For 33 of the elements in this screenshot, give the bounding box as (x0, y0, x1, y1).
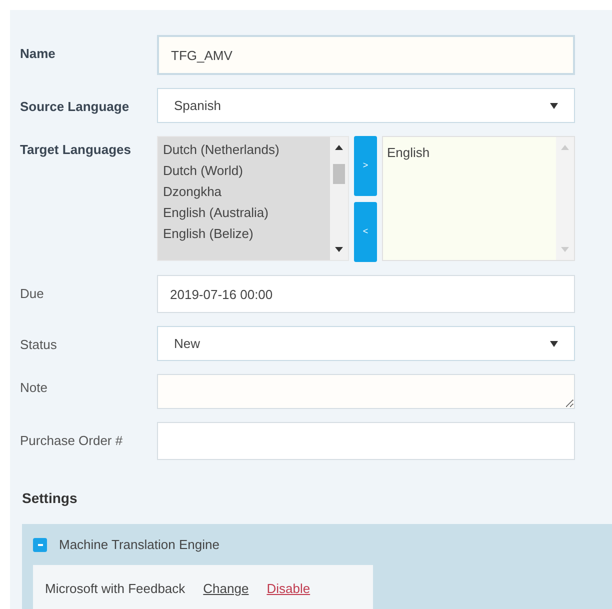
field-label: Source Language (20, 98, 130, 116)
list-option[interactable]: English (Belize) (163, 223, 325, 244)
scroll-thumb[interactable] (333, 164, 345, 184)
list-option[interactable]: English (Australia) (163, 202, 325, 223)
field-label: Purchase Order # (20, 432, 124, 450)
selected-list[interactable]: English (382, 136, 575, 261)
field-label: Target Languages (20, 141, 132, 159)
text-field[interactable]: TFG_AMV (157, 35, 575, 75)
list-option[interactable]: Dutch (Netherlands) (163, 139, 325, 160)
engine-name: Microsoft with Feedback (45, 580, 186, 598)
scrollbar[interactable] (330, 137, 348, 260)
note-field[interactable] (157, 374, 575, 409)
engine-link[interactable]: Disable (266, 578, 310, 609)
available-list[interactable]: Dutch (Netherlands) Dutch (World) Dzongkha English (Australia) English (Belize) (157, 136, 349, 261)
field-label: Status (20, 336, 58, 354)
caret-icon (550, 340, 558, 346)
list-option[interactable]: Dzongkha (163, 181, 325, 202)
dropdown[interactable]: New (157, 326, 575, 361)
text-field[interactable]: 2019-07-16 00:00 (157, 275, 575, 313)
collapse-toggle[interactable] (33, 538, 47, 552)
dropdown[interactable]: Spanish (157, 88, 575, 123)
scroll-down-icon[interactable] (335, 247, 343, 252)
engine-link[interactable]: Change (203, 578, 249, 609)
list-option[interactable]: English (387, 142, 552, 163)
list-option[interactable]: Dutch (World) (163, 160, 325, 181)
caret-icon (550, 102, 558, 108)
section-title: Machine Translation Engine (59, 536, 220, 554)
field-label: Due (20, 285, 45, 303)
field-label: Name (20, 45, 56, 63)
field-label: Note (20, 379, 48, 397)
text-field[interactable] (157, 422, 575, 460)
scroll-up-icon[interactable] (335, 145, 343, 150)
section-heading: Settings (22, 489, 78, 508)
